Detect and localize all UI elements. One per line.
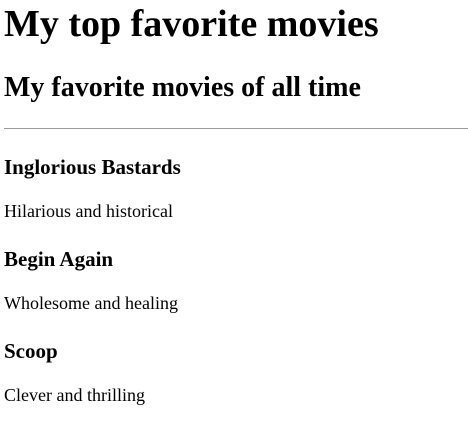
movie-description: Clever and thrilling [4,385,145,405]
page-title: My top favorite movies [4,3,379,45]
movie-item: Begin Again Wholesome and healing [4,247,468,314]
divider [4,128,468,129]
movie-title: Inglorious Bastards [4,155,181,179]
movie-item: Inglorious Bastards Hilarious and histor… [4,155,468,222]
movie-title: Begin Again [4,247,114,271]
movie-item: Scoop Clever and thrilling [4,339,468,406]
movie-description: Wholesome and healing [4,293,178,313]
movie-title: Scoop [4,339,58,363]
movie-description: Hilarious and historical [4,201,173,221]
page-subtitle: My favorite movies of all time [4,72,361,103]
page-content: My top favorite movies My favorite movie… [0,0,468,406]
